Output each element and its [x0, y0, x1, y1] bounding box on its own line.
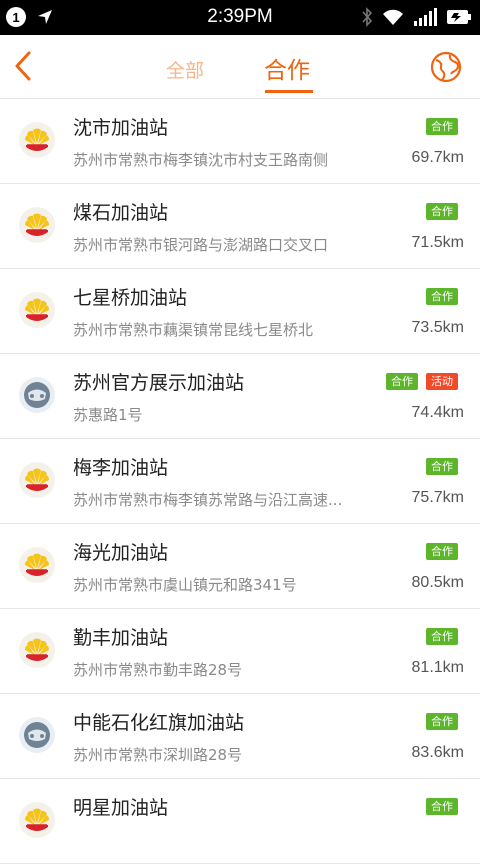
station-row[interactable]: 明星加油站 合作 — [0, 779, 480, 864]
station-distance: 69.7km — [411, 149, 464, 166]
cooperation-badge: 合作 — [426, 713, 458, 730]
station-address: 苏州市常熟市梅李镇沈市村支王路南侧 — [73, 151, 329, 169]
battery-charging-icon — [447, 10, 471, 24]
station-distance: 75.7km — [411, 489, 464, 506]
station-distance: 71.5km — [411, 234, 464, 251]
station-badges: 合作 — [426, 543, 458, 560]
station-row[interactable]: 煤石加油站 合作苏州市常熟市银河路与澎湖路口交叉口 71.5km — [0, 184, 480, 269]
petrochina-logo-icon — [18, 461, 56, 499]
station-distance: 73.5km — [411, 319, 464, 336]
petrochina-logo-icon — [18, 291, 56, 329]
cooperation-badge: 合作 — [426, 288, 458, 305]
petrochina-logo-icon — [18, 121, 56, 159]
back-arrow-icon[interactable] — [10, 49, 40, 83]
station-row[interactable]: 苏州官方展示加油站 合作 活动苏惠路1号 74.4km — [0, 354, 480, 439]
tab-all[interactable]: 全部 — [166, 56, 204, 83]
globe-icon[interactable] — [430, 51, 462, 83]
petrochina-logo-icon — [18, 631, 56, 669]
station-name: 沈市加油站 — [73, 117, 169, 139]
station-badges: 合作 — [426, 798, 458, 815]
station-address: 苏州市常熟市深圳路28号 — [73, 746, 243, 764]
cooperation-badge: 合作 — [426, 798, 458, 815]
station-badges: 合作 — [426, 203, 458, 220]
station-name: 七星桥加油站 — [73, 287, 188, 309]
station-name: 苏州官方展示加油站 — [73, 372, 245, 394]
station-badges: 合作 — [426, 458, 458, 475]
station-distance: 74.4km — [411, 404, 464, 421]
station-name: 明星加油站 — [73, 797, 169, 819]
bluetooth-icon — [362, 7, 373, 27]
activity-badge: 活动 — [426, 373, 458, 390]
station-address: 苏州市常熟市勤丰路28号 — [73, 661, 243, 679]
status-bar: 1 2:39PM — [0, 0, 480, 35]
station-address: 苏州市常熟市银河路与澎湖路口交叉口 — [73, 236, 329, 254]
station-badges: 合作 — [426, 118, 458, 135]
active-tab-indicator — [265, 90, 313, 93]
cooperation-badge: 合作 — [426, 118, 458, 135]
petrochina-logo-icon — [18, 546, 56, 584]
station-badges: 合作 活动 — [386, 373, 458, 390]
station-badges: 合作 — [426, 713, 458, 730]
station-badges: 合作 — [426, 628, 458, 645]
station-name: 海光加油站 — [73, 542, 169, 564]
signal-icon — [414, 8, 437, 26]
station-badges: 合作 — [426, 288, 458, 305]
petrochina-logo-icon — [18, 801, 56, 839]
station-distance: 83.6km — [411, 744, 464, 761]
station-row[interactable]: 梅李加油站 合作苏州市常熟市梅李镇苏常路与沿江高速... 75.7km — [0, 439, 480, 524]
station-row[interactable]: 七星桥加油站 合作苏州市常熟市藕渠镇常昆线七星桥北 73.5km — [0, 269, 480, 354]
generic-station-icon — [18, 716, 56, 754]
station-name: 中能石化红旗加油站 — [73, 712, 245, 734]
station-row[interactable]: 沈市加油站 合作苏州市常熟市梅李镇沈市村支王路南侧 69.7km — [0, 99, 480, 184]
station-row[interactable]: 中能石化红旗加油站 合作苏州市常熟市深圳路28号 83.6km — [0, 694, 480, 779]
nav-bar: 全部 合作 — [0, 35, 480, 99]
station-address: 苏州市常熟市虞山镇元和路341号 — [73, 576, 297, 594]
station-distance: 80.5km — [411, 574, 464, 591]
petrochina-logo-icon — [18, 206, 56, 244]
station-address: 苏州市常熟市藕渠镇常昆线七星桥北 — [73, 321, 314, 339]
generic-station-icon — [18, 376, 56, 414]
station-name: 勤丰加油站 — [73, 627, 169, 649]
cooperation-badge: 合作 — [426, 458, 458, 475]
station-name: 煤石加油站 — [73, 202, 169, 224]
station-address: 苏州市常熟市梅李镇苏常路与沿江高速... — [73, 491, 343, 509]
station-address: 苏惠路1号 — [73, 406, 143, 424]
station-row[interactable]: 勤丰加油站 合作苏州市常熟市勤丰路28号 81.1km — [0, 609, 480, 694]
cooperation-badge: 合作 — [426, 203, 458, 220]
tab-cooperation[interactable]: 合作 — [264, 51, 310, 85]
station-list: 沈市加油站 合作 苏州市常熟市梅李镇沈市村支王路南侧 69.7km 煤石加油站 合作 苏州… — [0, 99, 480, 864]
cooperation-badge: 合作 — [386, 373, 418, 390]
wifi-icon — [383, 9, 403, 25]
station-row[interactable]: 海光加油站 合作苏州市常熟市虞山镇元和路341号 80.5km — [0, 524, 480, 609]
cooperation-badge: 合作 — [426, 628, 458, 645]
station-distance: 81.1km — [411, 659, 464, 676]
cooperation-badge: 合作 — [426, 543, 458, 560]
station-name: 梅李加油站 — [73, 457, 169, 479]
